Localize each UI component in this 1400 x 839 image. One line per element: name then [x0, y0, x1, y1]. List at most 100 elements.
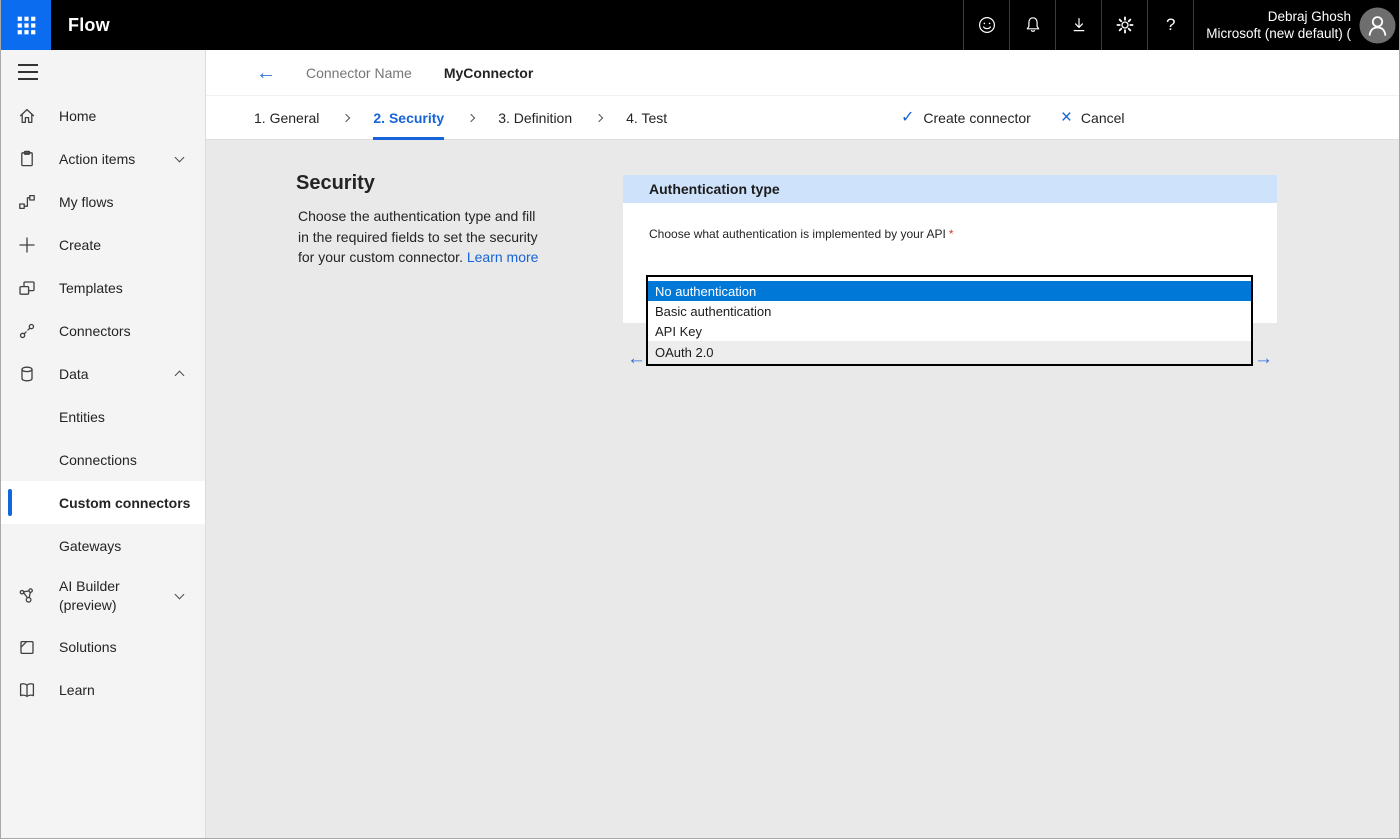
ai-network-icon: [17, 586, 37, 606]
sidebar: Home Action items My flows Create: [1, 50, 206, 838]
gear-icon: [1114, 14, 1136, 36]
required-marker: *: [949, 227, 954, 241]
tab-definition[interactable]: 3. Definition: [498, 96, 572, 140]
account-info: Debraj Ghosh Microsoft (new default) (: [1206, 8, 1351, 42]
bell-icon: [1022, 14, 1044, 36]
sidebar-item-custom-connectors[interactable]: Custom connectors: [1, 481, 205, 524]
step-label: 1. General: [254, 110, 319, 126]
user-org: Microsoft (new default) (: [1206, 25, 1351, 42]
sidebar-item-gateways[interactable]: Gateways: [1, 524, 205, 567]
database-icon: [17, 364, 37, 384]
learn-more-link[interactable]: Learn more: [467, 249, 539, 265]
sidebar-item-label: Gateways: [59, 538, 121, 554]
settings-button[interactable]: [1101, 0, 1147, 50]
chevron-down-icon: [175, 590, 185, 600]
chevron-right-icon: [595, 114, 603, 122]
app-launcher-button[interactable]: [1, 0, 51, 50]
sidebar-item-solutions[interactable]: Solutions: [1, 625, 205, 668]
chevron-up-icon: [175, 370, 185, 380]
help-icon: ?: [1166, 15, 1175, 35]
wizard-steps: 1. General 2. Security 3. Definition 4. …: [206, 95, 1399, 140]
waffle-icon: [16, 15, 37, 36]
sidebar-item-connections[interactable]: Connections: [1, 438, 205, 481]
solutions-icon: [17, 637, 37, 657]
chevron-right-icon: [467, 114, 475, 122]
section-description: Choose the authentication type and fill …: [298, 206, 542, 268]
wizard-actions: ✓ Create connector × Cancel: [901, 96, 1125, 140]
auth-option-oauth[interactable]: OAuth 2.0: [648, 341, 1251, 364]
sidebar-item-label: Data: [59, 366, 89, 382]
shell: Home Action items My flows Create: [1, 50, 1399, 838]
app-title: Flow: [68, 0, 110, 50]
hamburger-menu-button[interactable]: [1, 50, 65, 94]
topbar: Flow ?: [1, 0, 1399, 50]
clipboard-icon: [17, 149, 37, 169]
arrow-right-icon: →: [1254, 349, 1273, 368]
book-icon: [17, 680, 37, 700]
sidebar-item-entities[interactable]: Entities: [1, 395, 205, 438]
sidebar-item-label: Custom connectors: [59, 495, 190, 511]
downloads-button[interactable]: [1055, 0, 1101, 50]
sidebar-item-label: Create: [59, 237, 101, 253]
page-title: Security: [296, 172, 375, 195]
sidebar-item-my-flows[interactable]: My flows: [1, 180, 205, 223]
connector-name: MyConnector: [444, 65, 533, 81]
plus-icon: [17, 235, 37, 255]
smiley-icon: [976, 14, 998, 36]
check-icon: ✓: [901, 110, 914, 126]
user-name: Debraj Ghosh: [1206, 8, 1351, 25]
sidebar-item-templates[interactable]: Templates: [1, 266, 205, 309]
auth-option-no-authentication[interactable]: No authentication: [648, 281, 1251, 301]
sidebar-item-label: Connectors: [59, 323, 131, 339]
sidebar-item-home[interactable]: Home: [1, 94, 205, 137]
sidebar-item-action-items[interactable]: Action items: [1, 137, 205, 180]
auth-type-listbox[interactable]: No authentication Basic authentication A…: [646, 275, 1253, 366]
avatar[interactable]: [1359, 7, 1396, 44]
feedback-button[interactable]: [963, 0, 1009, 50]
help-button[interactable]: ?: [1147, 0, 1193, 50]
auth-option-api-key[interactable]: API Key: [648, 321, 1251, 341]
arrow-left-icon: ←: [627, 349, 646, 368]
tab-general[interactable]: 1. General: [254, 96, 319, 140]
sidebar-item-ai-builder[interactable]: AI Builder (preview): [1, 567, 205, 625]
auth-field-label-text: Choose what authentication is implemente…: [649, 227, 946, 241]
templates-icon: [17, 278, 37, 298]
tab-test[interactable]: 4. Test: [626, 96, 667, 140]
notifications-button[interactable]: [1009, 0, 1055, 50]
sidebar-item-connectors[interactable]: Connectors: [1, 309, 205, 352]
sidebar-item-label: Templates: [59, 280, 123, 296]
step-label: 4. Test: [626, 110, 667, 126]
sidebar-item-label: Entities: [59, 409, 105, 425]
cancel-button[interactable]: × Cancel: [1061, 110, 1125, 127]
flow-icon: [17, 192, 37, 212]
sidebar-item-label: Action items: [59, 151, 135, 167]
auth-option-basic-authentication[interactable]: Basic authentication: [648, 301, 1251, 321]
sidebar-item-label: Learn: [59, 682, 95, 698]
step-label: 3. Definition: [498, 110, 572, 126]
sidebar-item-create[interactable]: Create: [1, 223, 205, 266]
panel-body: Choose what authentication is implemente…: [623, 203, 1277, 323]
sidebar-item-learn[interactable]: Learn: [1, 668, 205, 711]
sidebar-item-label: Solutions: [59, 639, 117, 655]
chevron-down-icon: [175, 152, 185, 162]
main-content: ← Connector Name MyConnector 1. General …: [206, 50, 1399, 838]
sidebar-item-data[interactable]: Data: [1, 352, 205, 395]
sidebar-item-label: AI Builder (preview): [59, 577, 141, 615]
sidebar-item-label: Connections: [59, 452, 137, 468]
authentication-panel: Authentication type Choose what authenti…: [623, 175, 1277, 323]
topbar-spacer: [110, 0, 963, 50]
create-connector-button[interactable]: ✓ Create connector: [901, 110, 1031, 126]
home-icon: [17, 106, 37, 126]
create-connector-label: Create connector: [923, 110, 1030, 126]
account-menu[interactable]: Debraj Ghosh Microsoft (new default) (: [1193, 0, 1399, 50]
tab-security[interactable]: 2. Security: [373, 96, 444, 140]
download-icon: [1068, 14, 1090, 36]
sidebar-item-label: Home: [59, 108, 96, 124]
back-arrow-icon[interactable]: ←: [256, 63, 276, 83]
panel-header: Authentication type: [623, 175, 1277, 203]
app-window: Flow ?: [0, 0, 1400, 839]
cancel-label: Cancel: [1081, 110, 1125, 126]
breadcrumb: ← Connector Name MyConnector: [206, 50, 1399, 95]
close-icon: ×: [1061, 108, 1072, 127]
connectors-icon: [17, 321, 37, 341]
